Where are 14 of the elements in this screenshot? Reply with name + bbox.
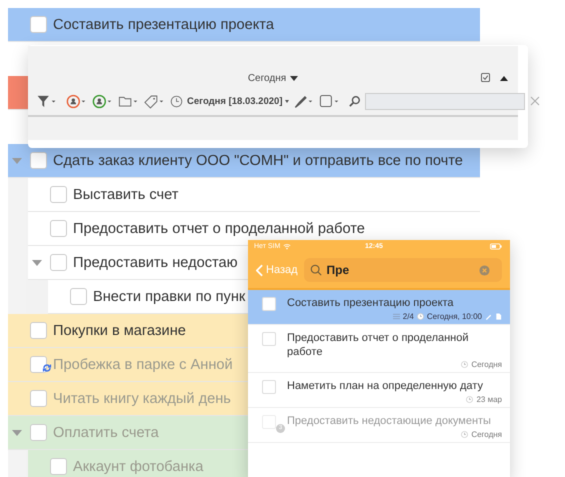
task-title: Составить презентацию проекта bbox=[287, 296, 455, 310]
task-title: Покупки в магазине bbox=[53, 322, 186, 338]
task-title: Аккаунт фотобанка bbox=[73, 458, 204, 474]
task-title: Составить презентацию проекта bbox=[53, 16, 274, 32]
task-title: Сдать заказ клиенту ООО "СОМН" и отправить все по почте bbox=[53, 152, 463, 168]
task-title: Внести правки по пунк bbox=[93, 288, 246, 304]
task-title: Читать книгу каждый день bbox=[53, 390, 231, 406]
due-date: Сегодня, 10:00 bbox=[426, 312, 482, 321]
task-title: Предоставить отчет о проделанной работе bbox=[73, 220, 365, 236]
subtask-progress: 2/4 bbox=[402, 312, 414, 321]
task-title: Оплатить счета bbox=[53, 424, 159, 440]
task-title: Предоставить недостаю bbox=[73, 254, 238, 270]
task-title: Выставить счет bbox=[73, 186, 178, 202]
task-title: Пробежка в парке с Анной bbox=[53, 356, 233, 372]
